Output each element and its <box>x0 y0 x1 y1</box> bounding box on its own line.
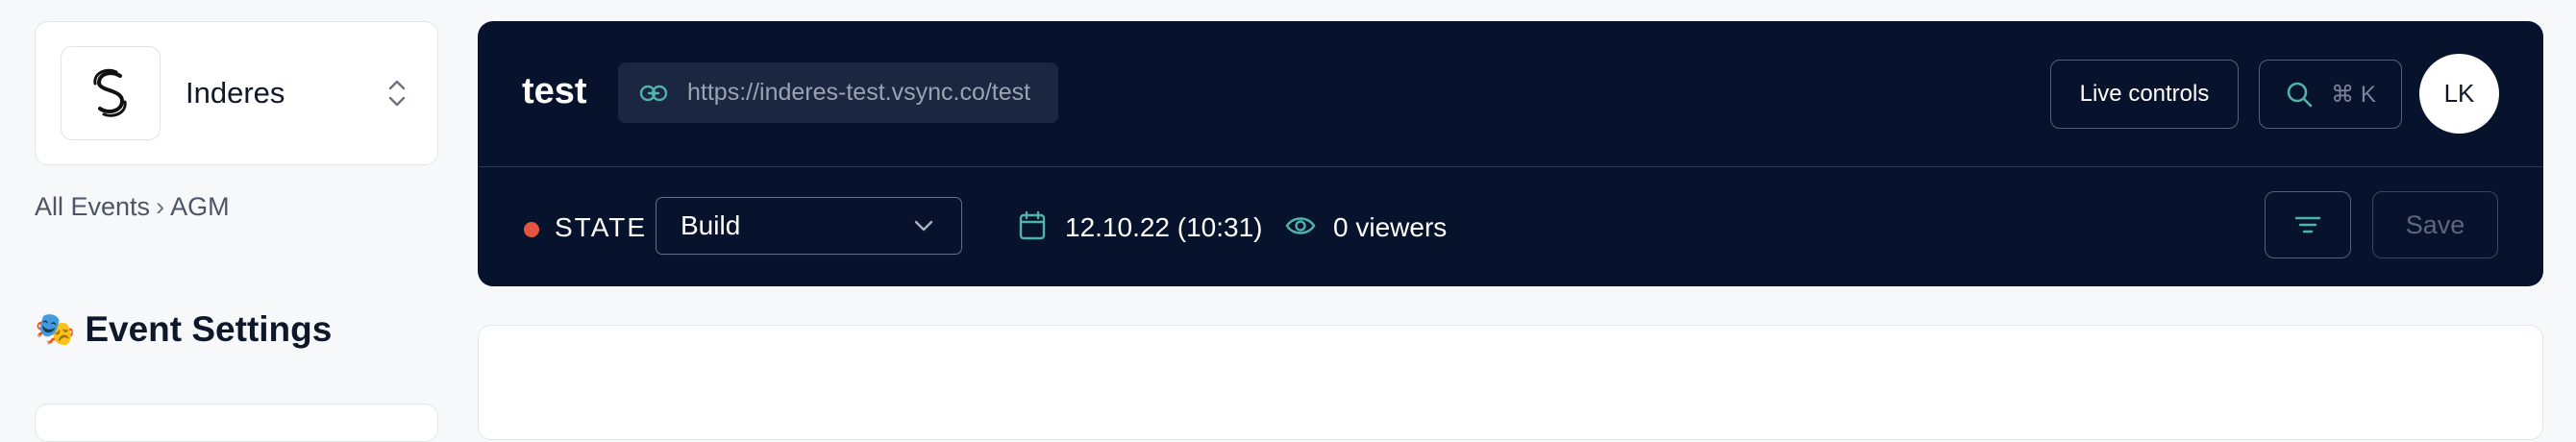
breadcrumb: All Events › AGM <box>35 192 230 222</box>
search-icon <box>2287 82 2313 108</box>
link-icon <box>639 85 668 101</box>
theater-masks-icon: 🎭 <box>35 311 76 348</box>
eye-icon <box>1285 217 1316 234</box>
section-title-text: Event Settings <box>85 309 333 349</box>
breadcrumb-root[interactable]: All Events <box>35 192 150 222</box>
calendar-icon <box>1019 210 1046 240</box>
breadcrumb-separator: › <box>156 192 165 221</box>
section-title: 🎭 Event Settings <box>35 309 332 350</box>
org-name: Inderes <box>186 76 285 110</box>
settings-card <box>35 404 438 442</box>
org-logo-icon <box>93 68 127 117</box>
chevron-down-icon <box>914 220 933 232</box>
viewer-count: 0 viewers <box>1333 212 1448 242</box>
filter-lines-icon <box>2294 216 2321 233</box>
state-select[interactable]: Build <box>656 197 962 255</box>
event-header: test https://inderes-test.vsync.co/test … <box>478 21 2543 286</box>
event-date: 12.10.22 (10:31) <box>1065 212 1263 242</box>
org-switcher[interactable]: Inderes <box>35 21 438 165</box>
state-label: STATE <box>555 212 648 242</box>
event-url: https://inderes-test.vsync.co/test <box>687 79 1031 106</box>
chevron-up-down-icon[interactable] <box>385 77 409 110</box>
breadcrumb-current: AGM <box>170 192 230 221</box>
search-shortcut: ⌘ K <box>2331 81 2376 108</box>
state-select-value: Build <box>681 210 741 240</box>
event-url-chip[interactable]: https://inderes-test.vsync.co/test <box>618 62 1058 123</box>
org-logo <box>61 46 161 140</box>
content-card <box>478 325 2543 440</box>
header-top-row: test https://inderes-test.vsync.co/test … <box>478 21 2543 167</box>
avatar[interactable]: LK <box>2419 54 2499 134</box>
search-button[interactable]: ⌘ K <box>2259 60 2402 129</box>
event-name: test <box>522 71 587 111</box>
state-indicator-dot <box>524 222 539 237</box>
header-bottom-row: STATE Build 12.10.22 (10:31) 0 viewers S… <box>478 167 2543 286</box>
filter-button[interactable] <box>2265 191 2351 258</box>
save-button[interactable]: Save <box>2372 191 2498 258</box>
live-controls-button[interactable]: Live controls <box>2050 60 2239 129</box>
